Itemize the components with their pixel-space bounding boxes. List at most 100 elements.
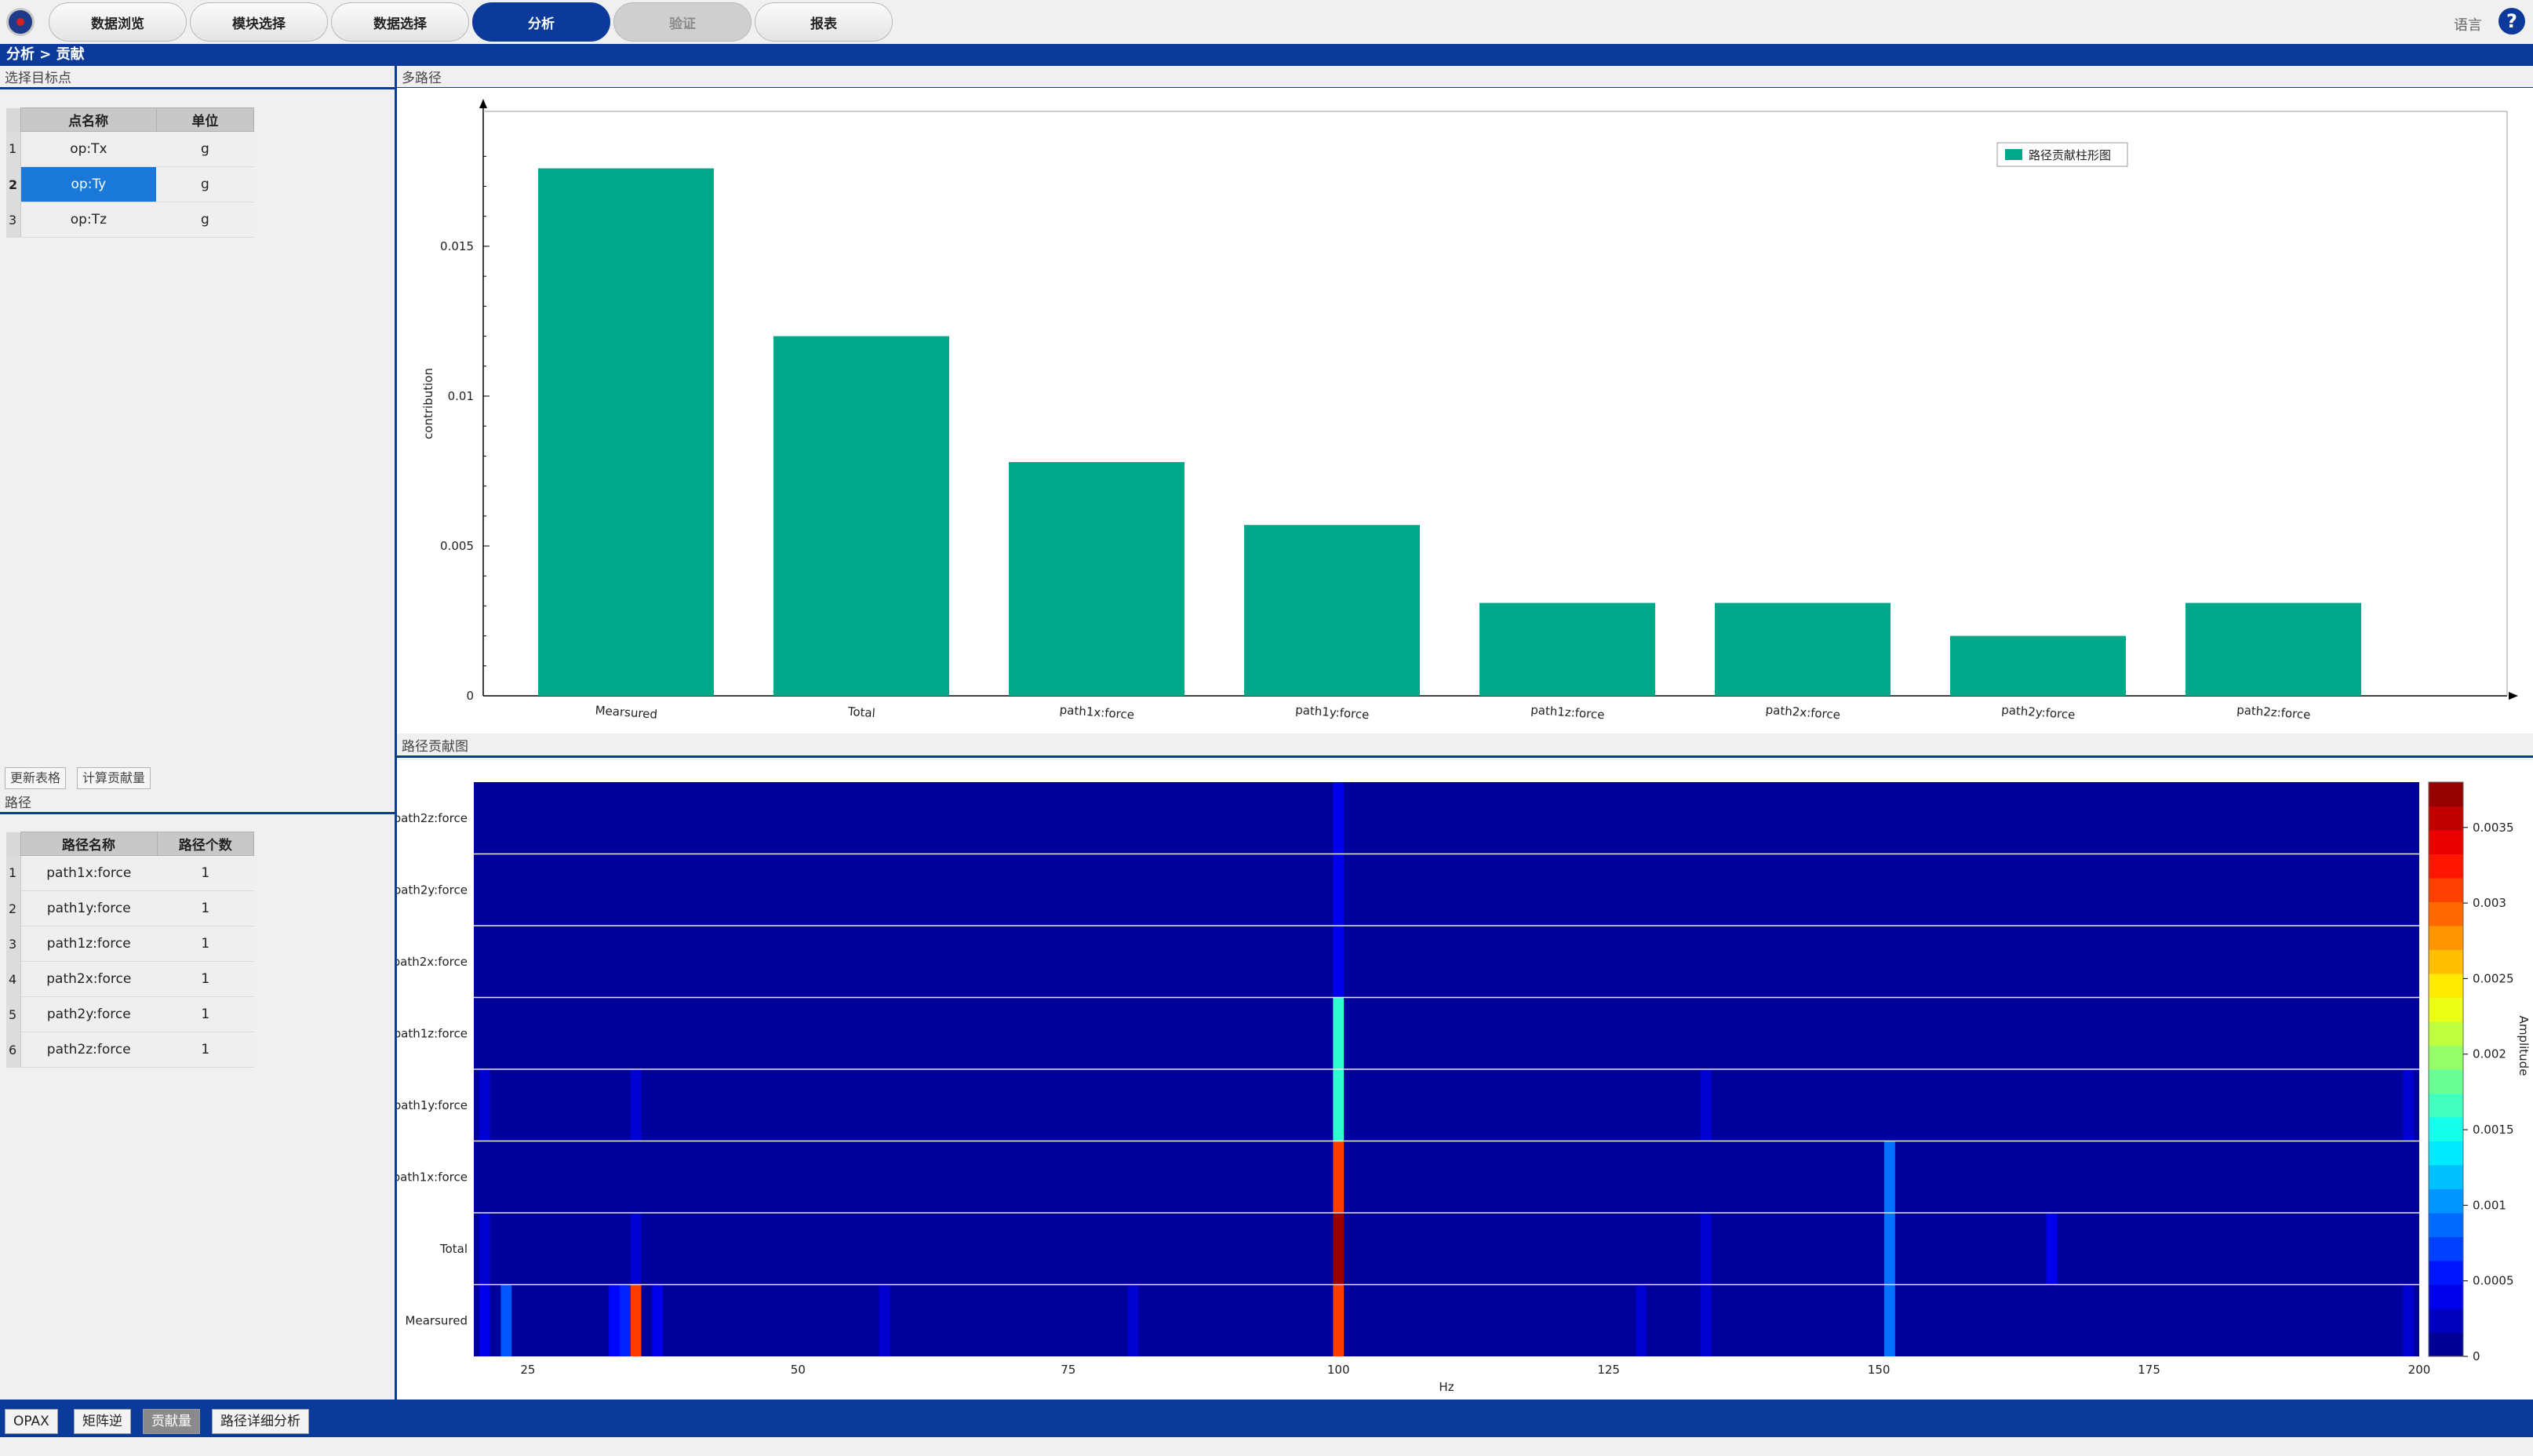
table-row[interactable]: 1 path1x:force 1: [6, 855, 254, 891]
row-label: path2z:force: [397, 811, 468, 825]
path-count-cell[interactable]: 1: [157, 890, 254, 926]
table-row[interactable]: 4 path2x:force 1: [6, 961, 254, 997]
x-tick-label: 25: [520, 1363, 535, 1377]
column-header-path-name[interactable]: 路径名称: [20, 832, 158, 856]
x-tick-label: path2x:force: [1765, 703, 1840, 723]
heatmap-panel-title: 路径贡献图: [397, 737, 2533, 758]
point-name-cell[interactable]: op:Ty: [20, 166, 157, 202]
tab-verify[interactable]: 验证: [613, 2, 752, 42]
colorbar-tick-label: 0.002: [2473, 1047, 2506, 1061]
x-tick-label: 200: [2408, 1363, 2431, 1377]
colorbar-segment: [2429, 1309, 2463, 1333]
heatmap-cell: [1333, 854, 1345, 926]
tab-report[interactable]: 报表: [755, 2, 893, 42]
path-name-cell[interactable]: path1y:force: [20, 890, 158, 926]
colorbar-segment: [2429, 1188, 2463, 1214]
point-name-cell[interactable]: op:Tz: [20, 202, 157, 238]
row-label: path1y:force: [397, 1098, 468, 1112]
heatmap-cell: [1333, 1213, 1345, 1285]
colorbar-segment: [2429, 1045, 2463, 1070]
update-table-button[interactable]: 更新表格: [5, 767, 67, 789]
bar-chart-area: 0 0.005 0.01 0.015 contribution Mearsured Tota…: [397, 88, 2533, 733]
heatmap-cell: [1884, 1284, 1895, 1356]
unit-cell[interactable]: g: [156, 166, 254, 202]
bar: [1244, 525, 1420, 696]
colorbar-segment: [2429, 997, 2463, 1022]
path-name-cell[interactable]: path1z:force: [20, 926, 158, 962]
row-number: 1: [6, 131, 21, 167]
bottom-tab-opax[interactable]: OPAX: [5, 1409, 58, 1434]
bottom-tab-matrix-inverse[interactable]: 矩阵逆: [74, 1409, 131, 1434]
table-row[interactable]: 6 path2z:force 1: [6, 1032, 254, 1068]
multipath-panel-title: 多路径: [397, 69, 2533, 89]
tab-data-select[interactable]: 数据选择: [331, 2, 469, 42]
column-header-path-count[interactable]: 路径个数: [156, 832, 255, 856]
heatmap-cell: [609, 1284, 620, 1356]
table-row[interactable]: 1 op:Tx g: [6, 131, 254, 167]
app-logo-icon: [6, 8, 35, 36]
tab-data-browse[interactable]: 数据浏览: [49, 2, 187, 42]
colorbar-segment: [2429, 1261, 2463, 1285]
path-count-cell[interactable]: 1: [157, 996, 254, 1032]
help-icon[interactable]: ?: [2498, 8, 2525, 35]
breadcrumb: 分析 > 贡献: [0, 44, 2533, 66]
path-count-cell[interactable]: 1: [157, 961, 254, 997]
y-tick-label: 0.005: [440, 539, 474, 553]
path-name-cell[interactable]: path1x:force: [20, 855, 158, 891]
unit-cell[interactable]: g: [156, 131, 254, 167]
path-count-cell[interactable]: 1: [157, 1032, 254, 1068]
colorbar-tick-label: 0.0035: [2473, 821, 2514, 835]
tab-module-select[interactable]: 模块选择: [190, 2, 328, 42]
table-row[interactable]: 5 path2y:force 1: [6, 996, 254, 1032]
table-row[interactable]: 3 path1z:force 1: [6, 926, 254, 962]
path-count-cell[interactable]: 1: [157, 855, 254, 891]
x-tick-label: path1x:force: [1059, 703, 1134, 723]
column-header-point-name[interactable]: 点名称: [20, 107, 157, 132]
x-tick-label: Mearsured: [595, 703, 658, 721]
colorbar-segment: [2429, 806, 2463, 831]
colorbar-segment: [2429, 1069, 2463, 1094]
path-count-cell[interactable]: 1: [157, 926, 254, 962]
contribution-bar-chart: 0 0.005 0.01 0.015 contribution Mearsured Tota…: [421, 99, 2518, 723]
row-label: Total: [439, 1242, 468, 1256]
row-label: Mearsured: [406, 1313, 468, 1327]
x-tick-label: 100: [1327, 1363, 1350, 1377]
table-row-selected[interactable]: 2 op:Ty g: [6, 166, 254, 202]
colorbar-segment: [2429, 949, 2463, 974]
compute-contribution-button[interactable]: 计算贡献量: [77, 767, 151, 789]
point-name-cell[interactable]: op:Tx: [20, 131, 157, 167]
heatmap-cell: [620, 1284, 631, 1356]
heatmap-cell: [1333, 997, 1345, 1069]
bar: [1950, 635, 2126, 696]
row-label: path1z:force: [397, 1026, 468, 1040]
colorbar-segment: [2429, 830, 2463, 854]
table-row[interactable]: 2 path1y:force 1: [6, 890, 254, 926]
path-name-cell[interactable]: path2z:force: [20, 1032, 158, 1068]
heatmap-cell: [1884, 1141, 1895, 1213]
colorbar-label: Amplitude: [2517, 1016, 2531, 1076]
x-tick-label: 50: [791, 1363, 806, 1377]
colorbar-segment: [2429, 1093, 2463, 1118]
heatmap-cell: [479, 1069, 490, 1141]
language-button[interactable]: 语言: [2454, 14, 2482, 35]
x-tick-label: 75: [1061, 1363, 1075, 1377]
path-name-cell[interactable]: path2y:force: [20, 996, 158, 1032]
unit-cell[interactable]: g: [156, 202, 254, 238]
table-row[interactable]: 3 op:Tz g: [6, 202, 254, 238]
path-name-cell[interactable]: path2x:force: [20, 961, 158, 997]
x-tick-label: path1z:force: [1530, 703, 1605, 723]
x-tick-label: Total: [846, 704, 875, 720]
bottom-tab-contribution[interactable]: 贡献量: [143, 1409, 200, 1434]
heatmap-cell: [652, 1284, 664, 1356]
bar: [1715, 602, 1891, 696]
x-axis-arrow: [2509, 692, 2518, 700]
legend-label: 路径贡献柱形图: [2029, 148, 2111, 162]
bottom-tab-path-detail[interactable]: 路径详细分析: [212, 1409, 309, 1434]
heatmap-cell: [479, 1213, 490, 1285]
table-corner: [6, 107, 20, 132]
colorbar-segment: [2429, 1236, 2463, 1261]
tab-analysis[interactable]: 分析: [472, 2, 610, 42]
y-axis-label: contribution: [421, 368, 435, 439]
x-axis-label: Hz: [1439, 1380, 1454, 1394]
column-header-unit[interactable]: 单位: [155, 107, 255, 132]
